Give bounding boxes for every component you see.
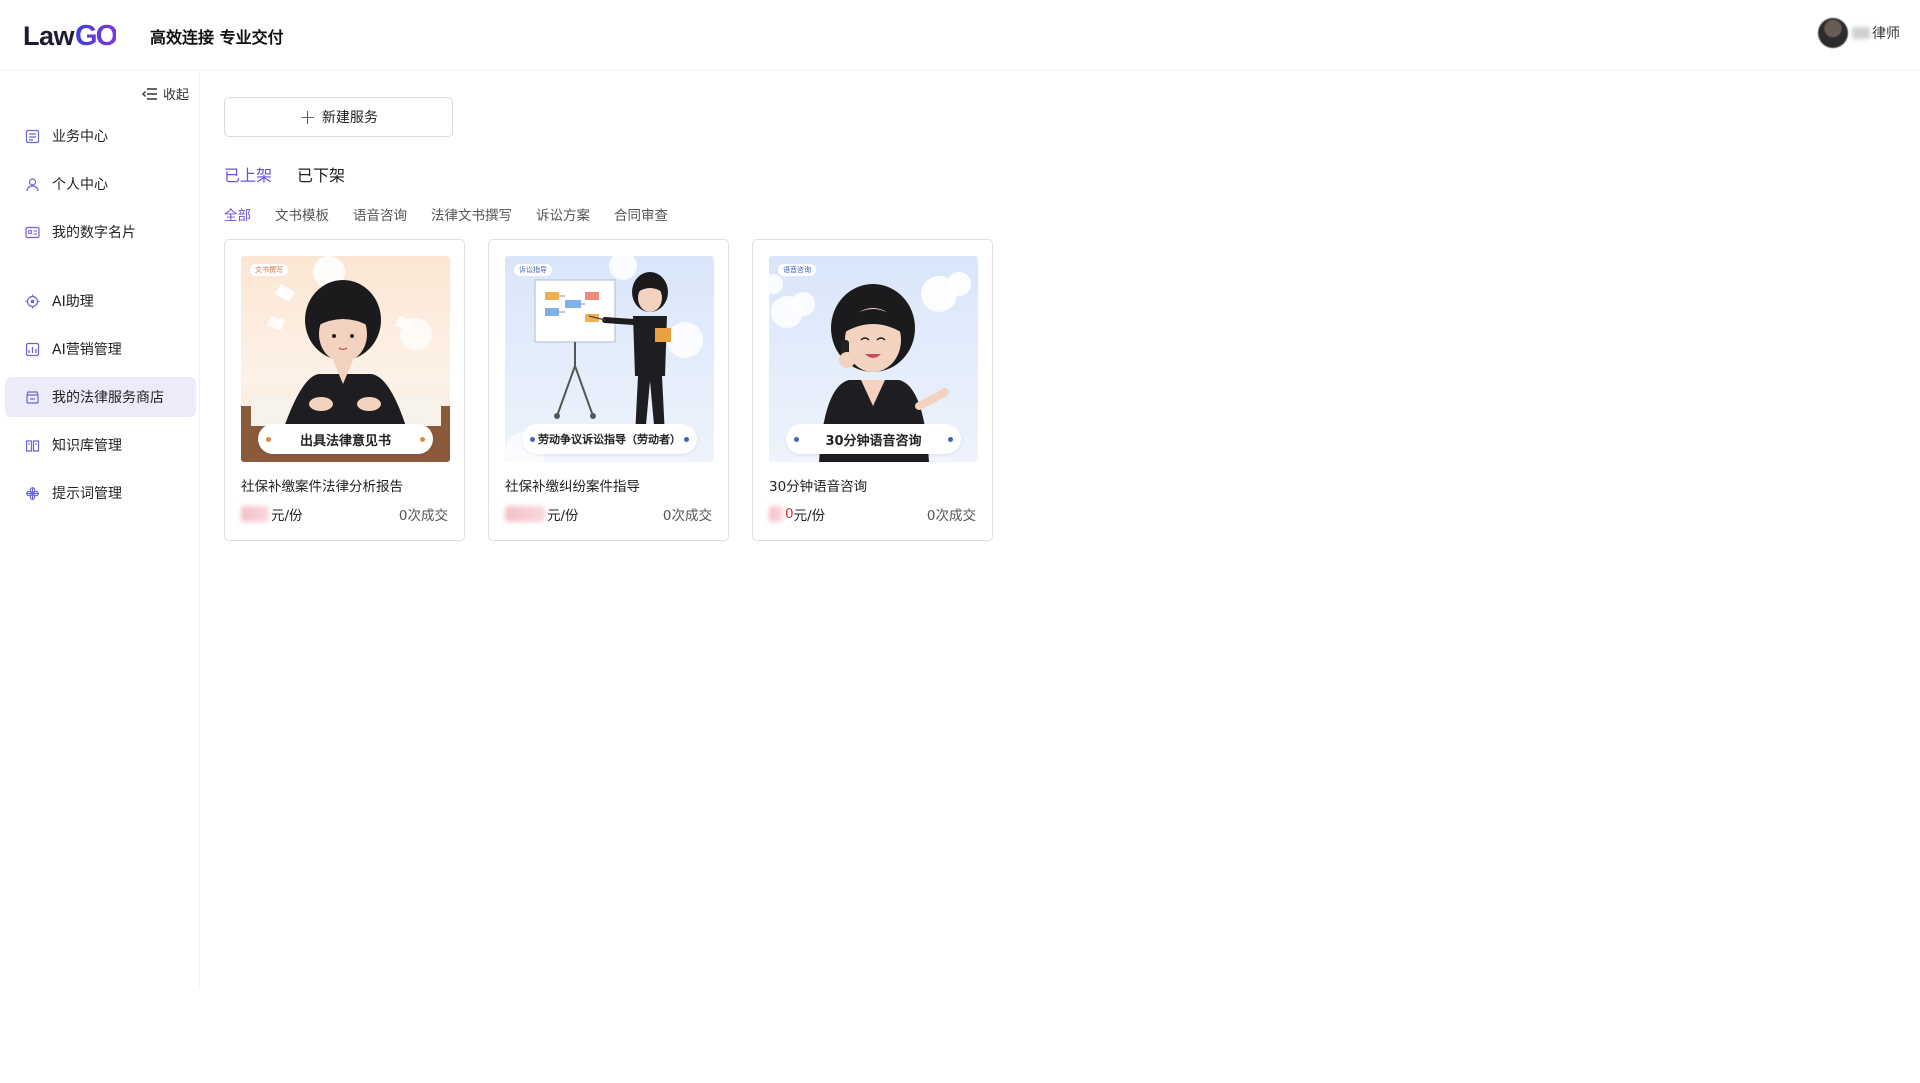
business-icon (24, 128, 40, 144)
caption-dot (530, 437, 535, 442)
app-window: Law GO 高效连接 专业交付 律师 收起 业务中心 个人中心 我的数字名片 (0, 0, 1920, 990)
sidebar-item-personal-center[interactable]: 个人中心 (5, 164, 196, 204)
sidebar-item-label: 知识库管理 (52, 438, 122, 454)
sidebar-item-label: 提示词管理 (52, 486, 122, 502)
logo-text-law: Law (23, 20, 75, 51)
logo-text-go: GO (75, 19, 118, 52)
service-card[interactable]: 语音咨询 30分钟语音咨询 30分钟语音咨询 0 元/份 0次成交 (752, 239, 993, 541)
tab-contract-review[interactable]: 合同审查 (614, 204, 668, 224)
sidebar-item-label: AI助理 (52, 294, 94, 310)
avatar[interactable] (1818, 18, 1848, 48)
main-content: + 新建服务 已上架 已下架 全部 文书模板 语音咨询 法律文书撰写 诉讼方案 … (200, 72, 1920, 990)
person-icon (24, 176, 40, 192)
sidebar-item-digital-card[interactable]: 我的数字名片 (5, 212, 196, 252)
book-icon (24, 437, 40, 453)
price-unit: 元/份 (271, 508, 303, 524)
sidebar-item-label: 业务中心 (52, 129, 108, 145)
sidebar-item-business-center[interactable]: 业务中心 (5, 116, 196, 156)
service-tag: 诉讼指导 (514, 264, 552, 276)
plus-icon: + (299, 105, 316, 129)
service-thumbnail: 语音咨询 30分钟语音咨询 (769, 256, 978, 462)
sidebar-item-ai-marketing[interactable]: AI营销管理 (5, 329, 196, 369)
service-title: 社保补缴纠纷案件指导 (505, 479, 640, 495)
caption-text: 30分钟语音咨询 (825, 433, 922, 449)
ai-assistant-icon (24, 293, 40, 309)
new-service-label: 新建服务 (321, 110, 378, 126)
sidebar-item-prompt-management[interactable]: 提示词管理 (5, 473, 196, 513)
thumbnail-caption: 劳动争议诉讼指导（劳动者） (522, 424, 697, 454)
thumbnail-caption: 出具法律意见书 (258, 424, 433, 454)
collapse-menu-icon (141, 87, 157, 100)
sidebar-item-ai-assistant[interactable]: AI助理 (5, 281, 196, 321)
service-title: 社保补缴案件法律分析报告 (241, 479, 403, 495)
collapse-button[interactable]: 收起 (141, 84, 189, 103)
tab-listed[interactable]: 已上架 (224, 162, 272, 186)
sidebar-item-label: AI营销管理 (52, 342, 122, 358)
category-tabs: 全部 文书模板 语音咨询 法律文书撰写 诉讼方案 合同审查 (224, 204, 692, 224)
price-digit: 0 (785, 506, 794, 522)
service-card[interactable]: 文书撰写 出具法律意见书 社保补缴案件法律分析报告 元/份 0次成交 (224, 239, 465, 541)
deal-count: 0次成交 (662, 508, 712, 524)
store-icon (24, 389, 40, 405)
service-card-list: 文书撰写 出具法律意见书 社保补缴案件法律分析报告 元/份 0次成交 诉讼指导 … (224, 239, 1016, 541)
price-unit: 元/份 (547, 508, 579, 524)
service-price: 元/份 (241, 504, 303, 524)
deal-count: 0次成交 (926, 508, 976, 524)
tab-voice-consult[interactable]: 语音咨询 (353, 204, 407, 224)
tab-document-template[interactable]: 文书模板 (275, 204, 329, 224)
caption-dot (794, 437, 799, 442)
sidebar-item-legal-store[interactable]: 我的法律服务商店 (5, 377, 196, 417)
service-price: 元/份 (505, 504, 579, 524)
service-tag: 文书撰写 (250, 264, 288, 276)
user-menu[interactable]: 律师 (1818, 18, 1900, 48)
caption-text: 出具法律意见书 (299, 433, 391, 449)
service-thumbnail: 文书撰写 出具法律意见书 (241, 256, 450, 462)
service-card[interactable]: 诉讼指导 劳动争议诉讼指导（劳动者） 社保补缴纠纷案件指导 元/份 0次成交 (488, 239, 729, 541)
sidebar-item-label: 个人中心 (52, 177, 108, 193)
tab-legal-writing[interactable]: 法律文书撰写 (431, 204, 512, 224)
tab-unlisted[interactable]: 已下架 (297, 162, 345, 186)
caption-dot (266, 437, 271, 442)
tab-litigation-plan[interactable]: 诉讼方案 (536, 204, 590, 224)
price-unit: 元/份 (793, 508, 826, 524)
thumbnail-caption: 30分钟语音咨询 (786, 424, 961, 454)
caption-dot (420, 437, 425, 442)
status-tabs: 已上架 已下架 (224, 162, 370, 186)
sidebar: 收起 业务中心 个人中心 我的数字名片 AI助理 AI营销管理 我的法律服务商店 (0, 72, 200, 990)
service-thumbnail: 诉讼指导 劳动争议诉讼指导（劳动者） (505, 256, 714, 462)
sidebar-item-knowledge-base[interactable]: 知识库管理 (5, 425, 196, 465)
caption-text: 劳动争议诉讼指导（劳动者） (538, 433, 681, 446)
sidebar-item-label: 我的法律服务商店 (52, 390, 164, 406)
card-icon (24, 224, 40, 240)
service-price: 0 元/份 (769, 504, 825, 524)
collapse-label: 收起 (162, 88, 189, 103)
new-service-button[interactable]: + 新建服务 (224, 97, 453, 137)
service-tag: 语音咨询 (778, 264, 816, 276)
tab-all[interactable]: 全部 (224, 204, 251, 224)
price-redacted (769, 506, 783, 522)
deal-count: 0次成交 (398, 508, 448, 524)
prompt-icon (24, 485, 40, 501)
service-title: 30分钟语音咨询 (769, 479, 868, 495)
sidebar-item-label: 我的数字名片 (52, 225, 136, 241)
top-header: Law GO 高效连接 专业交付 律师 (0, 0, 1920, 71)
price-redacted (241, 506, 269, 522)
caption-dot (948, 437, 953, 442)
price-redacted (505, 506, 545, 522)
user-title: 律师 (1872, 26, 1900, 42)
caption-dot (684, 437, 689, 442)
lawgo-logo[interactable]: Law GO (23, 19, 118, 52)
marketing-icon (24, 341, 40, 357)
header-slogan: 高效连接 专业交付 (150, 28, 284, 47)
user-name-redacted (1852, 27, 1870, 39)
